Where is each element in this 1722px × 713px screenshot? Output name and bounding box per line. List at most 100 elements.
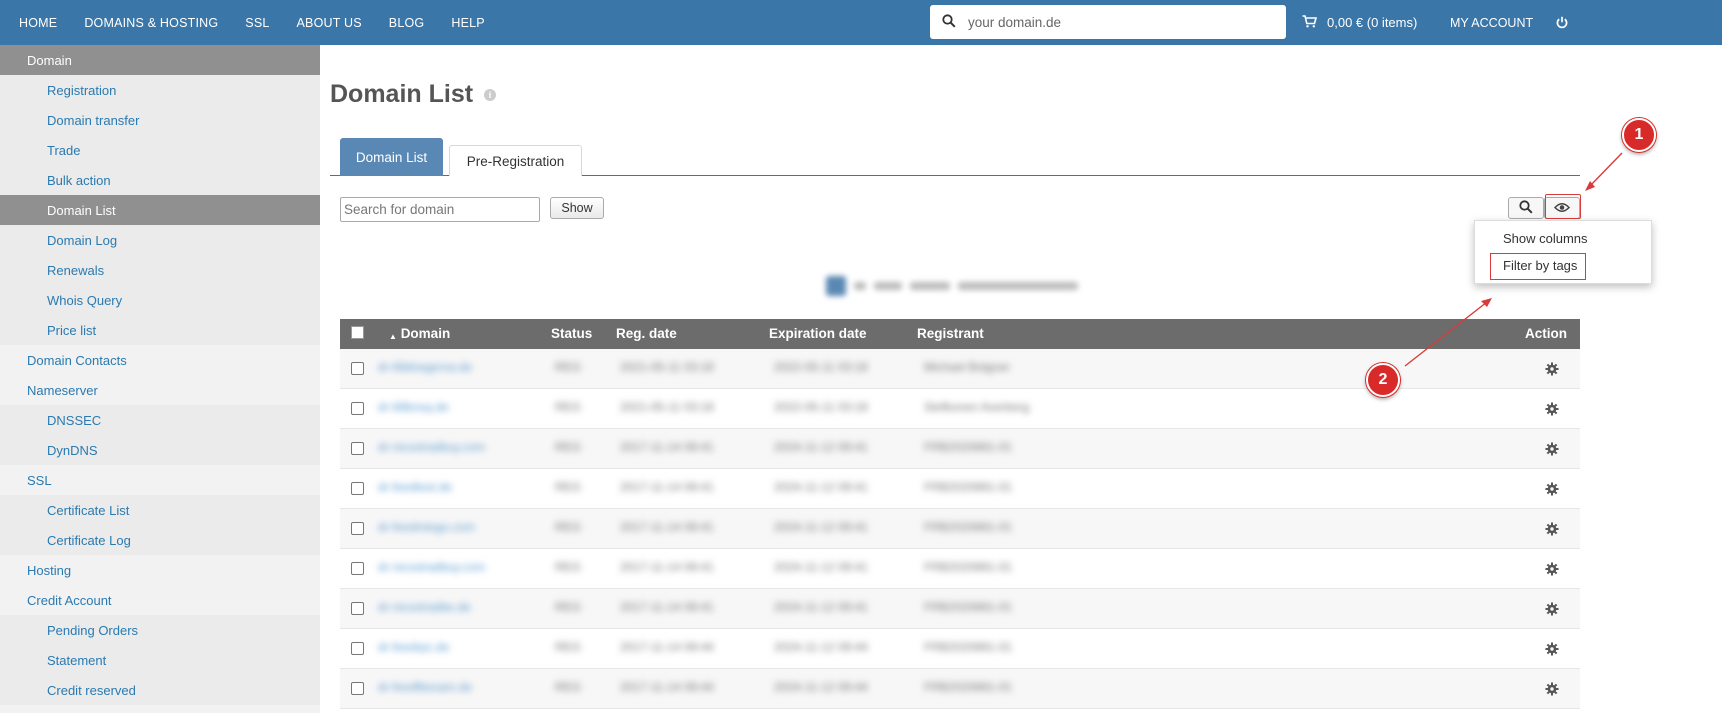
gear-icon[interactable] xyxy=(1542,559,1562,579)
arrow-head-1 xyxy=(1585,181,1595,191)
table-header: ▲ Domain Status Reg. date Expiration dat… xyxy=(340,319,1580,349)
domain-link[interactable]: dr-nicoslradbe.de xyxy=(378,600,471,614)
column-domain-header[interactable]: ▲ Domain xyxy=(389,326,450,341)
page-title-text: Domain List xyxy=(330,80,474,108)
registrant-cell: FRB2020891-01 xyxy=(924,640,1013,654)
column-expiration-date-header[interactable]: Expiration date xyxy=(769,326,867,341)
sidebar-item-domain-transfer[interactable]: Domain transfer xyxy=(0,105,320,135)
column-reg-date-header[interactable]: Reg. date xyxy=(616,326,677,341)
reg-date-cell: 2021-05-11 03:18 xyxy=(620,360,714,374)
reg-date-cell: 2021-05-11 03:18 xyxy=(620,400,714,414)
sidebar-item-domain[interactable]: Domain xyxy=(0,45,320,75)
gear-icon[interactable] xyxy=(1542,479,1562,499)
nav-ssl[interactable]: SSL xyxy=(245,16,269,30)
expiration-date-cell: 2024-11-12 09:41 xyxy=(774,440,868,454)
tab-domain-list[interactable]: Domain List xyxy=(340,138,443,176)
table-row: dr-68bnsq.de REG 2021-05-11 03:18 2022-05-1… xyxy=(340,389,1580,429)
pagination[interactable] xyxy=(826,275,1108,297)
domain-link[interactable]: dr-68bnsq.de xyxy=(378,400,449,414)
select-all-checkbox[interactable] xyxy=(351,326,364,339)
sidebar-item-registration[interactable]: Registration xyxy=(0,75,320,105)
sidebar-item-credit-reserved[interactable]: Credit reserved xyxy=(0,675,320,705)
show-button[interactable]: Show xyxy=(550,197,604,219)
info-icon[interactable]: i xyxy=(484,89,497,102)
nav-home[interactable]: HOME xyxy=(19,16,57,30)
domain-link[interactable]: dr-68drwgerva.de xyxy=(378,360,472,374)
gear-icon[interactable] xyxy=(1542,519,1562,539)
row-checkbox[interactable] xyxy=(351,642,364,655)
reg-date-cell: 2017-11-14 09:44 xyxy=(620,680,714,694)
row-checkbox[interactable] xyxy=(351,402,364,415)
domain-link[interactable]: dr-feedtest.de xyxy=(378,480,452,494)
cart-link[interactable]: 0,00 € (0 items) xyxy=(1302,0,1417,45)
domain-filter-input[interactable]: Search for domain xyxy=(340,197,540,222)
highlight-eye-box xyxy=(1545,194,1581,219)
sidebar-item-domain-log[interactable]: Domain Log xyxy=(0,225,320,255)
sidebar: Domain Registration Domain transfer Trad… xyxy=(0,45,320,713)
reg-date-cell: 2017-11-14 09:41 xyxy=(620,560,714,574)
magnifier-icon xyxy=(1519,199,1533,217)
status-cell: REG xyxy=(555,360,582,374)
sidebar-item-certificate-log[interactable]: Certificate Log xyxy=(0,525,320,555)
sidebar-item-pending-orders[interactable]: Pending Orders xyxy=(0,615,320,645)
tab-pre-registration[interactable]: Pre-Registration xyxy=(449,145,582,176)
table-row: dr-feedtest.de REG 2017-11-14 09:41 2024-11… xyxy=(340,469,1580,509)
status-cell: REG xyxy=(555,680,582,694)
sidebar-item-dyndns[interactable]: DynDNS xyxy=(0,435,320,465)
domain-link[interactable]: dr-feedmiego.com xyxy=(378,520,475,534)
pagination-prev[interactable] xyxy=(854,282,866,290)
sidebar-item-credit-account[interactable]: Credit Account xyxy=(0,585,320,615)
row-checkbox[interactable] xyxy=(351,442,364,455)
nav-blog[interactable]: BLOG xyxy=(389,16,425,30)
domain-link[interactable]: dr-feedrpc.de xyxy=(378,640,449,654)
gear-icon[interactable] xyxy=(1542,399,1562,419)
nav-help[interactable]: HELP xyxy=(451,16,484,30)
gear-icon[interactable] xyxy=(1542,359,1562,379)
row-checkbox[interactable] xyxy=(351,522,364,535)
domain-link[interactable]: dr-nicoslradbuy.com xyxy=(378,560,485,574)
gear-icon[interactable] xyxy=(1542,679,1562,699)
gear-icon[interactable] xyxy=(1542,639,1562,659)
sidebar-item-trade[interactable]: Trade xyxy=(0,135,320,165)
column-status-header[interactable]: Status xyxy=(551,326,592,341)
registrant-cell: FRB2020891-01 xyxy=(924,600,1013,614)
gear-icon[interactable] xyxy=(1542,439,1562,459)
sidebar-item-bulk-action[interactable]: Bulk action xyxy=(0,165,320,195)
table-search-button[interactable] xyxy=(1508,197,1544,219)
nav-about-us[interactable]: ABOUT US xyxy=(297,16,362,30)
pagination-next[interactable] xyxy=(874,282,902,290)
pagination-current-page[interactable] xyxy=(826,276,846,296)
registrant-cell: Stefkonen Averberg xyxy=(924,400,1030,414)
domain-search-input[interactable]: your domain.de xyxy=(930,5,1286,39)
row-checkbox[interactable] xyxy=(351,482,364,495)
reg-date-cell: 2017-11-14 09:41 xyxy=(620,600,714,614)
nav-domains-hosting[interactable]: DOMAINS & HOSTING xyxy=(84,16,218,30)
sidebar-item-dnssec[interactable]: DNSSEC xyxy=(0,405,320,435)
sidebar-item-price-list[interactable]: Price list xyxy=(0,315,320,345)
column-registrant-header[interactable]: Registrant xyxy=(917,326,984,341)
sidebar-item-certificate-list[interactable]: Certificate List xyxy=(0,495,320,525)
sidebar-item-hosting[interactable]: Hosting xyxy=(0,555,320,585)
sidebar-item-ssl[interactable]: SSL xyxy=(0,465,320,495)
my-account-link[interactable]: MY ACCOUNT xyxy=(1450,0,1533,45)
sidebar-item-whois-query[interactable]: Whois Query xyxy=(0,285,320,315)
sidebar-item-nameserver[interactable]: Nameserver xyxy=(0,375,320,405)
row-checkbox[interactable] xyxy=(351,362,364,375)
row-checkbox[interactable] xyxy=(351,562,364,575)
table-row: dr-nicoslradbuy.com REG 2017-11-14 09:41 20… xyxy=(340,429,1580,469)
domain-link[interactable]: dr-feedfbexam.de xyxy=(378,680,472,694)
row-checkbox[interactable] xyxy=(351,602,364,615)
sidebar-item-domain-contacts[interactable]: Domain Contacts xyxy=(0,345,320,375)
sidebar-item-statement[interactable]: Statement xyxy=(0,645,320,675)
row-checkbox[interactable] xyxy=(351,682,364,695)
cart-total: 0,00 € (0 items) xyxy=(1327,15,1418,30)
expiration-date-cell: 2024-11-12 09:41 xyxy=(774,480,868,494)
pagination-size[interactable] xyxy=(910,282,950,290)
sidebar-item-domain-list[interactable]: Domain List xyxy=(0,195,320,225)
status-cell: REG xyxy=(555,640,582,654)
sidebar-item-renewals[interactable]: Renewals xyxy=(0,255,320,285)
logout-power-icon[interactable] xyxy=(1556,0,1568,45)
menu-item-show-columns[interactable]: Show columns xyxy=(1503,231,1588,246)
gear-icon[interactable] xyxy=(1542,599,1562,619)
domain-link[interactable]: dr-nicoslradbuy.com xyxy=(378,440,485,454)
